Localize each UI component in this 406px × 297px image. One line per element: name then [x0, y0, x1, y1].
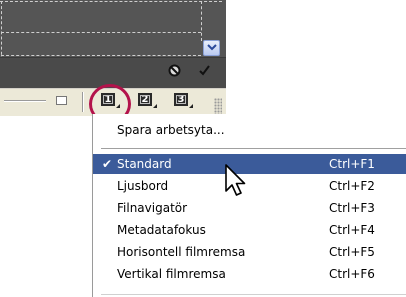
menu-bottom-edge [101, 294, 406, 295]
dropdown-triangle-icon [189, 104, 193, 108]
workspace-3-button[interactable]: 3 [174, 93, 194, 109]
menu-item-filnavigator[interactable]: Filnavigatör Ctrl+F3 [93, 198, 406, 218]
chevron-down-icon [207, 44, 217, 51]
checkmark-icon: ✔ [102, 157, 113, 171]
menu-item-shortcut: Ctrl+F1 [329, 157, 375, 171]
menu-item-standard[interactable]: ✔ Standard Ctrl+F1 [93, 154, 406, 174]
menu-item-label: Filnavigatör [117, 201, 188, 215]
no-symbol-icon[interactable] [168, 64, 181, 77]
menu-item-vertikal-filmremsa[interactable]: Vertikal filmremsa Ctrl+F6 [93, 264, 406, 284]
panel-dashed-border [0, 1, 222, 2]
menu-item-shortcut: Ctrl+F3 [329, 201, 375, 215]
menu-item-shortcut: Ctrl+F5 [329, 245, 375, 259]
thumbnail-size-slider[interactable] [4, 100, 46, 102]
menu-item-label: Standard [117, 157, 172, 171]
checkmark-icon[interactable] [198, 64, 211, 77]
workspace-menu: Spara arbetsyta... ✔ Standard Ctrl+F1 Lj… [92, 114, 406, 297]
panel-dashed-border [1, 32, 201, 33]
menu-item-shortcut: Ctrl+F4 [329, 223, 375, 237]
toolbar-divider [82, 92, 84, 112]
panel-dashed-border [1, 55, 201, 56]
menu-item-label: Horisontell filmremsa [117, 245, 246, 259]
menu-item-horisontell-filmremsa[interactable]: Horisontell filmremsa Ctrl+F5 [93, 242, 406, 262]
thumbnail-large-icon[interactable] [56, 96, 67, 105]
menu-item-label: Spara arbetsyta... [117, 123, 225, 137]
save-workspace-item[interactable]: Spara arbetsyta... [93, 120, 406, 140]
menu-item-label: Vertikal filmremsa [117, 267, 226, 281]
menu-separator [101, 148, 406, 149]
menu-item-shortcut: Ctrl+F2 [329, 179, 375, 193]
menu-item-shortcut: Ctrl+F6 [329, 267, 375, 281]
panel-dashed-border [201, 1, 202, 41]
scroll-down-button[interactable] [203, 40, 220, 56]
workspace-3-icon: 3 [174, 93, 188, 106]
workspace-2-button[interactable]: 2 [138, 93, 158, 109]
menu-item-label: Metadatafokus [117, 223, 206, 237]
dropdown-triangle-icon [153, 104, 157, 108]
menu-item-metadatafokus[interactable]: Metadatafokus Ctrl+F4 [93, 220, 406, 240]
workspace-2-icon: 2 [138, 93, 152, 106]
menu-item-label: Ljusbord [117, 179, 169, 193]
mouse-pointer-icon [225, 164, 246, 196]
menu-item-ljusbord[interactable]: Ljusbord Ctrl+F2 [93, 176, 406, 196]
screenshot-stage: 1 2 3 Spara arbetsyta... ✔ Standard Ctrl… [0, 0, 406, 297]
resize-grip[interactable] [214, 98, 222, 114]
